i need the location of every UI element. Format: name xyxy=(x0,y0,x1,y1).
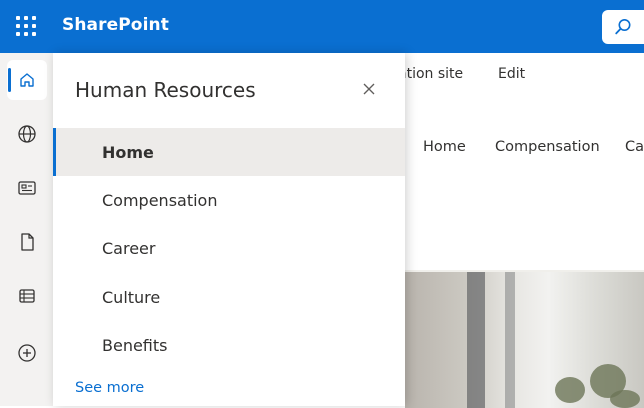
panel-nav-label: Career xyxy=(102,238,156,258)
rail-lists[interactable] xyxy=(7,276,47,316)
hero-photo-detail xyxy=(555,377,585,403)
active-indicator xyxy=(8,68,11,92)
close-button[interactable] xyxy=(357,77,381,101)
panel-nav-label: Compensation xyxy=(102,190,218,210)
app-title[interactable]: SharePoint xyxy=(62,15,169,35)
panel-nav-benefits[interactable]: Benefits xyxy=(53,321,405,369)
hero-photo-detail xyxy=(505,272,515,408)
site-navigation-panel: Human Resources Home Compensation Career… xyxy=(53,53,405,406)
command-edit[interactable]: Edit xyxy=(498,66,525,82)
globe-icon xyxy=(18,125,36,143)
close-icon xyxy=(363,83,375,95)
search-box[interactable] xyxy=(602,10,644,44)
search-icon xyxy=(615,19,631,35)
hero-photo-detail xyxy=(610,390,640,408)
panel-nav-label: Home xyxy=(102,142,154,162)
panel-nav-culture[interactable]: Culture xyxy=(53,273,405,321)
app-bar xyxy=(0,53,54,406)
panel-nav-label: Benefits xyxy=(102,335,168,355)
rail-home[interactable] xyxy=(7,60,47,100)
selected-indicator xyxy=(53,128,56,176)
panel-nav-label: Culture xyxy=(102,287,161,307)
file-icon xyxy=(21,233,34,251)
rail-files[interactable] xyxy=(7,222,47,262)
site-nav-home[interactable]: Home xyxy=(423,139,466,155)
command-site-info[interactable]: ation site xyxy=(398,66,463,82)
add-icon xyxy=(18,344,36,362)
hero-image xyxy=(405,270,644,408)
site-nav-career[interactable]: Ca xyxy=(625,139,644,155)
panel-nav-career[interactable]: Career xyxy=(53,224,405,272)
suite-header: SharePoint xyxy=(0,0,644,53)
news-icon xyxy=(18,181,36,195)
see-more-link[interactable]: See more xyxy=(75,380,144,396)
lists-icon xyxy=(19,289,35,303)
rail-create[interactable] xyxy=(7,333,47,373)
site-nav-compensation[interactable]: Compensation xyxy=(495,139,600,155)
panel-title: Human Resources xyxy=(75,78,256,102)
waffle-icon[interactable] xyxy=(12,12,40,40)
home-icon xyxy=(20,73,34,87)
rail-news[interactable] xyxy=(7,168,47,208)
hero-photo-detail xyxy=(467,272,485,408)
rail-sites[interactable] xyxy=(7,114,47,154)
panel-nav-compensation[interactable]: Compensation xyxy=(53,176,405,224)
panel-nav-home[interactable]: Home xyxy=(53,128,405,176)
